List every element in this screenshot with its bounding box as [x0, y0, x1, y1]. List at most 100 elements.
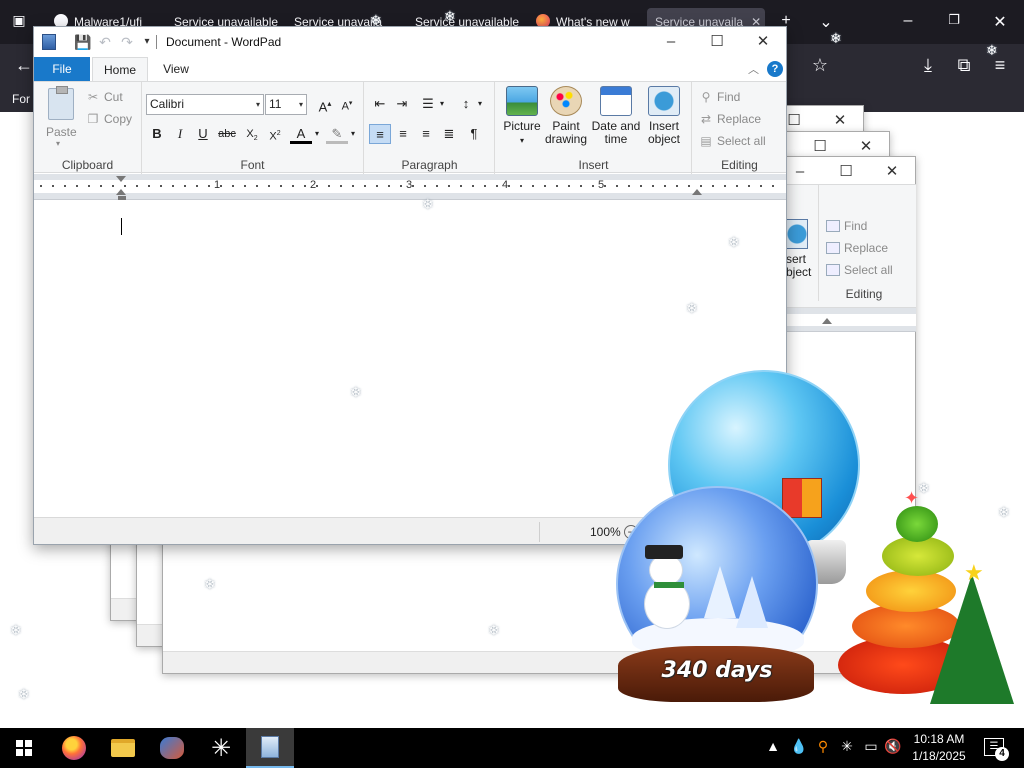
underline-icon[interactable]: U — [192, 124, 214, 144]
chevron-down-icon[interactable]: ▾ — [437, 94, 447, 114]
ruler-tick — [376, 185, 378, 187]
bold-icon[interactable]: B — [146, 124, 168, 144]
downloads-icon[interactable]: ⤓ — [916, 54, 940, 76]
justify-icon[interactable]: ≣ — [438, 124, 460, 144]
increase-indent-icon[interactable]: ⇥ — [391, 94, 413, 114]
select-all-button[interactable]: ▤ Select all — [699, 134, 765, 148]
copy-button[interactable]: ❐ Copy — [86, 112, 132, 126]
taskbar-snow-app[interactable]: ✳ — [197, 728, 245, 768]
customize-quick-access-icon[interactable]: ▾ — [138, 33, 156, 51]
ruler-tick — [664, 185, 666, 187]
extensions-icon[interactable]: ⧉ — [952, 54, 976, 76]
ruler-tick — [364, 185, 366, 187]
shrink-font-icon[interactable]: A▾ — [336, 94, 358, 114]
align-left-icon[interactable]: ≡ — [369, 124, 391, 144]
separator — [156, 35, 157, 49]
restore-icon[interactable]: ❐ — [944, 12, 964, 28]
ruler-tick — [256, 185, 258, 187]
chevron-down-icon[interactable]: ▾ — [475, 94, 485, 114]
chevron-down-icon[interactable]: ▾ — [348, 124, 358, 144]
title-bar[interactable]: 💾 ↶ ↷ ▾ Document - WordPad – ☐ ✕ — [34, 27, 786, 57]
help-icon[interactable]: ? — [767, 61, 783, 77]
taskbar-firefox[interactable] — [50, 728, 98, 768]
bookmark-item[interactable]: For — [12, 92, 30, 106]
right-indent-marker[interactable] — [822, 318, 832, 324]
minimize-icon[interactable]: – — [898, 12, 918, 30]
wordpad-app-icon[interactable] — [42, 34, 56, 50]
save-icon[interactable]: 💾 — [74, 33, 92, 51]
minimize-icon[interactable]: – — [648, 27, 694, 57]
superscript-icon[interactable]: X2 — [264, 124, 286, 144]
decrease-indent-icon[interactable]: ⇤ — [369, 94, 391, 114]
date-time-button[interactable]: Date and time — [590, 86, 642, 146]
find-button[interactable]: ⚲ Find — [699, 90, 741, 104]
replace-button[interactable]: ⇄ Replace — [699, 112, 761, 126]
cut-button[interactable]: ✂ Cut — [86, 90, 123, 104]
chevron-down-icon[interactable]: ⌄ — [816, 12, 836, 32]
tab-list-icon[interactable]: ▣ — [8, 12, 30, 32]
paste-button[interactable]: Paste — [46, 125, 77, 139]
ruler-tick — [328, 185, 330, 187]
select-all-button[interactable]: Select all — [826, 263, 893, 277]
first-line-indent-marker[interactable] — [116, 176, 126, 182]
ruler-tick — [532, 185, 534, 187]
picture-button[interactable]: Picture ▾ — [498, 86, 546, 147]
insert-object-button[interactable]: Insert object — [640, 86, 688, 146]
start-button[interactable] — [0, 728, 48, 768]
align-right-icon[interactable]: ≡ — [415, 124, 437, 144]
insert-object-button[interactable]: sert bject — [786, 253, 811, 279]
collapse-ribbon-icon[interactable]: ︿ — [748, 61, 759, 77]
tab-file[interactable]: File — [34, 57, 90, 81]
restore-icon[interactable]: ☐ — [823, 157, 869, 187]
notification-center-icon[interactable]: ☰ 4 — [984, 738, 1009, 761]
tab-home[interactable]: Home — [92, 57, 148, 81]
volume-muted-icon[interactable]: 🔇 — [884, 738, 902, 755]
maximize-icon[interactable]: ☐ — [694, 27, 740, 57]
redo-icon[interactable]: ↷ — [118, 33, 136, 51]
strikethrough-icon[interactable]: abc — [216, 124, 238, 144]
subscript-icon[interactable]: X2 — [241, 124, 263, 144]
undo-icon[interactable]: ↶ — [96, 33, 114, 51]
left-indent-marker[interactable] — [118, 196, 126, 200]
chevron-down-icon[interactable]: ▾ — [312, 124, 322, 144]
firefox-icon — [62, 736, 86, 760]
insert-group: Picture ▾ Paint drawing Date and time Inser… — [496, 82, 692, 174]
right-indent-marker[interactable] — [692, 189, 702, 195]
close-icon[interactable]: ✕ — [869, 157, 915, 187]
find-button[interactable]: Find — [826, 219, 867, 233]
system-clock[interactable]: 10:18 AM 1/18/2025 — [906, 731, 972, 765]
font-color-icon[interactable]: A — [290, 124, 312, 144]
insert-object-icon — [648, 86, 680, 116]
taskbar-file-explorer[interactable] — [99, 728, 147, 768]
tray-app-icon[interactable]: ▲ — [764, 738, 782, 754]
align-center-icon[interactable]: ≡ — [392, 124, 414, 144]
line-spacing-icon[interactable]: ↕ — [455, 94, 477, 114]
italic-icon[interactable]: I — [169, 124, 191, 144]
paragraph-settings-icon[interactable]: ¶ — [463, 124, 485, 144]
ruler-tick — [472, 185, 474, 187]
replace-button[interactable]: Replace — [826, 241, 888, 255]
network-icon[interactable]: ▭ — [862, 738, 880, 755]
grow-font-icon[interactable]: A▴ — [314, 94, 336, 114]
font-family-select[interactable]: Calibri ▾ — [146, 94, 264, 115]
snowflake-tray-icon[interactable]: ✳ — [838, 738, 856, 755]
hanging-indent-marker[interactable] — [116, 189, 126, 195]
window-title: Document - WordPad — [166, 35, 282, 49]
close-icon[interactable]: ✕ — [990, 12, 1010, 32]
tab-view[interactable]: View — [154, 57, 198, 81]
chevron-down-icon[interactable]: ▾ — [56, 139, 60, 148]
paint-drawing-button[interactable]: Paint drawing — [542, 86, 590, 146]
bookmark-star-icon[interactable]: ☆ — [808, 54, 832, 76]
taskbar-wordpad[interactable] — [246, 728, 294, 768]
highlight-color-icon[interactable]: ✎ — [326, 124, 348, 144]
font-size-select[interactable]: 11 ▾ — [265, 94, 307, 115]
close-icon[interactable]: ✕ — [740, 27, 786, 57]
bullets-icon[interactable]: ☰ — [417, 94, 439, 114]
ruler-tick — [244, 185, 246, 187]
water-drop-icon[interactable]: 💧 — [790, 738, 808, 755]
taskbar-app[interactable] — [148, 728, 196, 768]
snowflake-icon: ✳ — [210, 734, 232, 762]
search-tray-icon[interactable]: ⚲ — [814, 738, 832, 755]
paste-icon[interactable] — [48, 86, 74, 120]
text-cursor — [121, 218, 122, 235]
